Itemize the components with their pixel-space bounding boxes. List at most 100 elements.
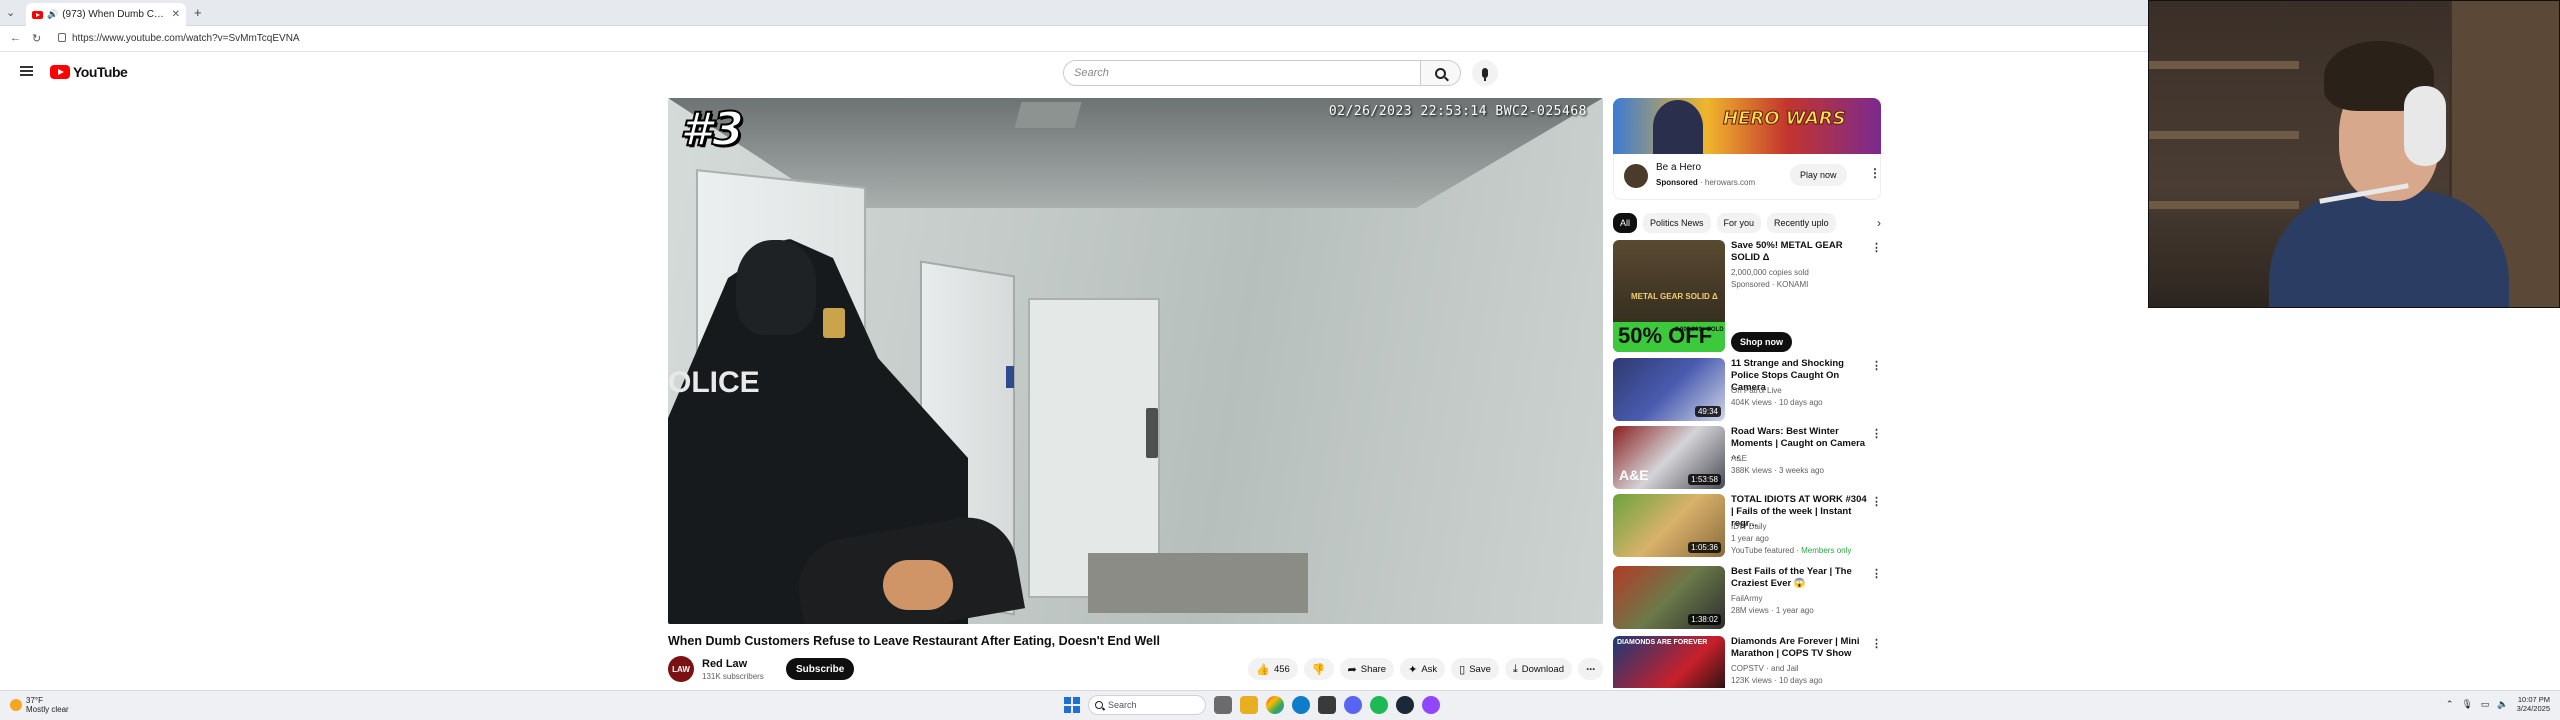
youtube-logo[interactable]: YouTube bbox=[50, 64, 128, 80]
more-vertical-icon[interactable]: ⋮ bbox=[1871, 567, 1882, 580]
recommendation-channel[interactable]: COPSTV · and Jail bbox=[1731, 664, 1799, 673]
tab-list-chevron-icon[interactable]: ⌄ bbox=[6, 6, 15, 19]
webcam-shelf bbox=[2149, 131, 2299, 139]
like-count: 456 bbox=[1273, 663, 1290, 675]
shop-now-button[interactable]: Shop now bbox=[1731, 332, 1792, 352]
network-icon[interactable]: ▭ bbox=[2481, 699, 2490, 710]
chip-politics-news[interactable]: Politics News bbox=[1643, 213, 1711, 233]
youtube-favicon-icon bbox=[32, 10, 43, 19]
recommendation-channel[interactable]: FailArmy bbox=[1731, 594, 1763, 603]
webcam-shelf bbox=[2149, 61, 2299, 69]
more-vertical-icon[interactable]: ⋮ bbox=[1871, 241, 1882, 254]
dislike-button[interactable]: 👎 bbox=[1303, 658, 1334, 680]
video-thumbnail[interactable]: METAL GEAR SOLID Δ 50% OFF 2,000,000+ SO… bbox=[1613, 240, 1725, 352]
recommendation-title[interactable]: Diamonds Are Forever | Mini Marathon | C… bbox=[1731, 636, 1867, 660]
microphone-icon bbox=[1482, 68, 1488, 81]
discord-icon[interactable] bbox=[1344, 696, 1362, 714]
more-vertical-icon[interactable]: ⋮ bbox=[1871, 359, 1882, 372]
youtube-play-logo-icon bbox=[50, 65, 70, 79]
url-field[interactable]: https://www.youtube.com/watch?v=SvMmTcqE… bbox=[72, 33, 300, 44]
chip-recently-uploaded[interactable]: Recently uplo bbox=[1767, 213, 1836, 233]
video-thumbnail[interactable]: DIAMONDS ARE FOREVER bbox=[1613, 636, 1725, 688]
speaker-icon[interactable]: 🔊 bbox=[47, 9, 58, 20]
recommendation-meta: 388K views · 3 weeks ago bbox=[1731, 466, 1824, 475]
thumbnail-text: METAL GEAR SOLID Δ bbox=[1631, 292, 1718, 301]
volume-icon[interactable]: 🔈 bbox=[2497, 699, 2508, 710]
webcam-person-body bbox=[2269, 191, 2509, 307]
chip-for-you[interactable]: For you bbox=[1716, 213, 1762, 233]
chrome-icon[interactable] bbox=[1266, 696, 1284, 714]
ad-banner[interactable]: HERO WARS bbox=[1613, 98, 1881, 154]
browser-tab-youtube[interactable]: 🔊 (973) When Dumb Customers ✕ bbox=[26, 3, 186, 26]
reload-icon[interactable]: ↻ bbox=[32, 32, 41, 45]
microphone-tray-icon[interactable]: 🎙 bbox=[2461, 699, 2472, 710]
download-button[interactable]: ⤓ Download bbox=[1504, 658, 1572, 680]
streaming-app-icon[interactable] bbox=[1422, 696, 1440, 714]
bookmark-icon: ▯ bbox=[1459, 663, 1466, 676]
ad-title[interactable]: Be a Hero bbox=[1656, 162, 1701, 173]
recommendation-title[interactable]: Road Wars: Best Winter Moments | Caught … bbox=[1731, 426, 1867, 462]
video-title: When Dumb Customers Refuse to Leave Rest… bbox=[668, 634, 1160, 648]
chip-all[interactable]: All bbox=[1613, 213, 1638, 233]
steam-icon[interactable] bbox=[1396, 696, 1414, 714]
search-icon bbox=[1435, 67, 1446, 79]
task-view-icon[interactable] bbox=[1214, 696, 1232, 714]
back-arrow-icon[interactable]: ← bbox=[10, 32, 21, 44]
video-thumbnail[interactable]: A&E 1:53:58 bbox=[1613, 426, 1725, 489]
ad-more-vertical-icon[interactable]: ⋮ bbox=[1869, 166, 1881, 180]
video-player[interactable]: OLICE #3 02/26/2023 22:53:14 BWC2-025468 bbox=[668, 98, 1603, 624]
search-input[interactable]: Search bbox=[1063, 60, 1421, 86]
voice-search-button[interactable] bbox=[1472, 60, 1498, 86]
edge-icon[interactable] bbox=[1292, 696, 1310, 714]
ask-button[interactable]: ✦ Ask bbox=[1400, 658, 1446, 680]
list-item[interactable]: METAL GEAR SOLID Δ 50% OFF 2,000,000+ SO… bbox=[1613, 240, 1882, 352]
recommendation-channel[interactable]: A&E bbox=[1731, 454, 1747, 463]
clock[interactable]: 10:07 PM 3/24/2025 bbox=[2517, 695, 2550, 713]
duration-badge: 1:05:36 bbox=[1688, 542, 1721, 553]
more-horizontal-icon: ··· bbox=[1586, 662, 1596, 676]
terminal-icon[interactable] bbox=[1318, 696, 1336, 714]
ad-advertiser-icon[interactable] bbox=[1624, 164, 1648, 188]
ad-play-now-button[interactable]: Play now bbox=[1790, 164, 1847, 186]
share-button[interactable]: ➦ Share bbox=[1339, 658, 1395, 680]
recommendation-title[interactable]: Best Fails of the Year | The Craziest Ev… bbox=[1731, 566, 1867, 590]
video-thumbnail[interactable]: 1:38:02 bbox=[1613, 566, 1725, 629]
subscribe-button[interactable]: Subscribe bbox=[786, 658, 855, 680]
video-frame-handle bbox=[1146, 408, 1158, 458]
chevron-right-icon[interactable]: › bbox=[1877, 216, 1881, 230]
video-thumbnail[interactable]: 1:05:36 bbox=[1613, 494, 1725, 557]
list-item[interactable]: DIAMONDS ARE FOREVER Diamonds Are Foreve… bbox=[1613, 636, 1881, 688]
recommendation-title[interactable]: Save 50%! METAL GEAR SOLID Δ bbox=[1731, 240, 1867, 264]
channel-avatar[interactable]: LAW bbox=[668, 656, 694, 682]
new-tab-plus-icon[interactable]: + bbox=[194, 5, 202, 20]
file-explorer-icon[interactable] bbox=[1240, 696, 1258, 714]
close-tab-icon[interactable]: ✕ bbox=[172, 9, 180, 20]
share-arrow-icon: ➦ bbox=[1347, 663, 1357, 676]
list-item[interactable]: 1:05:36 TOTAL IDIOTS AT WORK #304 | Fail… bbox=[1613, 494, 1882, 560]
more-vertical-icon[interactable]: ⋮ bbox=[1871, 495, 1882, 508]
recommendation-channel[interactable]: IDW Daily bbox=[1731, 522, 1767, 531]
windows-start-icon[interactable] bbox=[1064, 697, 1080, 713]
taskbar-apps: Search bbox=[1064, 695, 1440, 715]
chevron-up-icon[interactable]: ⌃ bbox=[2446, 699, 2454, 710]
search-button[interactable] bbox=[1421, 60, 1461, 86]
weather-widget[interactable]: 37°F Mostly clear bbox=[10, 696, 69, 714]
more-vertical-icon[interactable]: ⋮ bbox=[1871, 427, 1882, 440]
list-item[interactable]: 49:34 11 Strange and Shocking Police Sto… bbox=[1613, 358, 1882, 424]
more-actions-button[interactable]: ··· bbox=[1578, 658, 1603, 680]
share-label: Share bbox=[1360, 663, 1387, 675]
taskbar-search[interactable]: Search bbox=[1088, 695, 1206, 715]
list-item[interactable]: A&E 1:53:58 Road Wars: Best Winter Momen… bbox=[1613, 426, 1882, 492]
menu-hamburger-icon[interactable] bbox=[20, 66, 33, 76]
spotify-icon[interactable] bbox=[1370, 696, 1388, 714]
save-button[interactable]: ▯ Save bbox=[1451, 658, 1499, 680]
recommendation-channel[interactable]: On Patrol Live bbox=[1731, 386, 1782, 395]
list-item[interactable]: 1:38:02 Best Fails of the Year | The Cra… bbox=[1613, 566, 1882, 632]
weather-temp: 37°F bbox=[26, 696, 43, 705]
search-icon bbox=[1095, 701, 1103, 709]
like-button[interactable]: 👍 456 bbox=[1248, 658, 1298, 680]
video-thumbnail[interactable]: 49:34 bbox=[1613, 358, 1725, 421]
lock-icon[interactable] bbox=[58, 33, 66, 42]
channel-name[interactable]: Red Law bbox=[702, 658, 747, 670]
more-vertical-icon[interactable]: ⋮ bbox=[1871, 637, 1881, 650]
